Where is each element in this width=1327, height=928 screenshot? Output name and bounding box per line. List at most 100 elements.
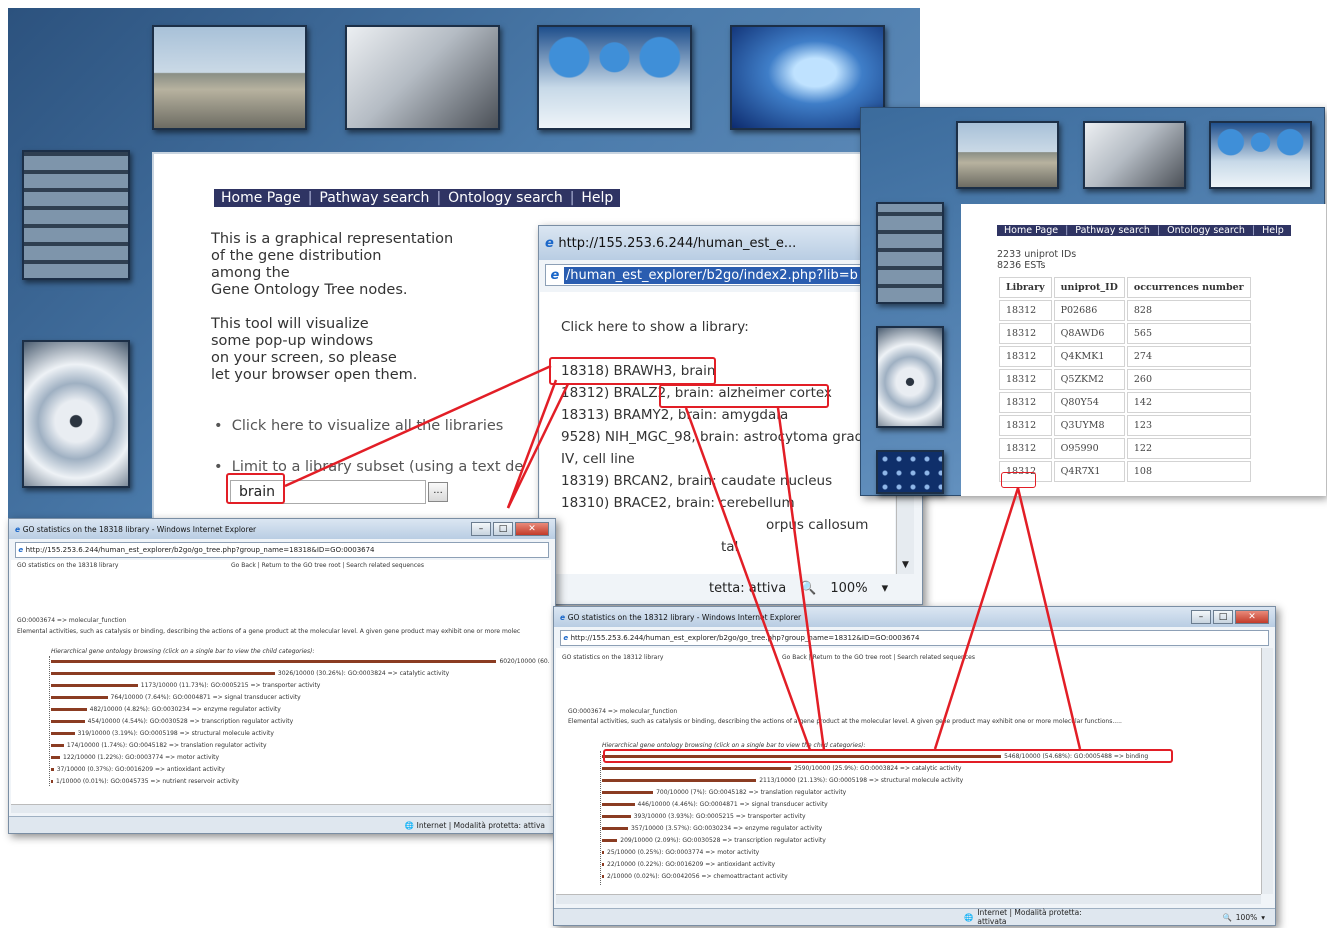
go-bar[interactable]: [51, 756, 61, 759]
go-row[interactable]: 482/10000 (4.82%): GO:0030234 => enzyme …: [51, 704, 550, 716]
go1-top-links[interactable]: Go Back | Return to the GO tree root | S…: [231, 560, 424, 572]
go1-statusbar: 🌐 Internet | Modalità protetta: attiva: [9, 816, 555, 833]
go-row[interactable]: 122/10000 (1.22%): GO:0003774 => motor a…: [51, 752, 550, 764]
note-line: This tool will visualize: [211, 316, 369, 332]
zoom-icon[interactable]: 🔍: [800, 581, 816, 596]
nav-home-page[interactable]: Home Page: [214, 190, 308, 206]
page-icon: e: [561, 634, 571, 642]
go2-zoom[interactable]: 100%: [1236, 913, 1257, 922]
cell-occurrences: 565: [1126, 323, 1251, 344]
go-bar[interactable]: [51, 696, 108, 699]
building-photo: [152, 25, 307, 130]
go-bar[interactable]: [51, 744, 64, 747]
go-row[interactable]: 1/10000 (0.01%): GO:0045735 => nutrient …: [51, 776, 550, 788]
go-bar[interactable]: [51, 768, 54, 771]
close-icon[interactable]: ✕: [515, 522, 549, 536]
go2-tree-line: [600, 751, 601, 885]
page-icon: e: [546, 267, 564, 283]
nav-pathway-search[interactable]: Pathway search: [1068, 225, 1157, 236]
maximize-icon[interactable]: □: [1213, 610, 1233, 624]
search-button[interactable]: ...: [428, 482, 448, 502]
go-window-18318: e GO statistics on the 18318 library - W…: [8, 518, 556, 834]
go-bar[interactable]: [51, 684, 138, 687]
zoom-icon[interactable]: 🔍: [1222, 913, 1231, 922]
popup-zoom[interactable]: 100%: [830, 581, 867, 596]
library-item-partial[interactable]: tal: [561, 536, 872, 558]
intro-text: This is a graphical representation of th…: [211, 231, 453, 299]
zoom-dropdown-icon[interactable]: ▾: [882, 581, 889, 596]
nav-ontology-search[interactable]: Ontology search: [441, 190, 570, 206]
go2-hscrollbar[interactable]: [556, 894, 1261, 904]
go-bar[interactable]: [602, 863, 604, 866]
go-bar[interactable]: [602, 839, 618, 842]
go2-titlebar: e GO statistics on the 18312 library - W…: [554, 607, 1275, 627]
go-row[interactable]: 2113/10000 (21.13%): GO:0005198 => struc…: [602, 775, 1148, 787]
scroll-down-icon[interactable]: ▼: [897, 560, 914, 570]
table-row: 18312 Q5ZKM2 260: [999, 369, 1251, 390]
go-bar[interactable]: [602, 767, 792, 770]
go-row[interactable]: 764/10000 (7.64%): GO:0004871 => signal …: [51, 692, 550, 704]
minimize-icon[interactable]: –: [1191, 610, 1211, 624]
go-row[interactable]: 319/10000 (3.19%): GO:0005198 => structu…: [51, 728, 550, 740]
go1-hscrollbar[interactable]: [11, 804, 551, 813]
go-row[interactable]: 174/10000 (1.74%): GO:0045182 => transla…: [51, 740, 550, 752]
go-row[interactable]: 454/10000 (4.54%): GO:0030528 => transcr…: [51, 716, 550, 728]
go2-top-links[interactable]: Go Back | Return to the GO tree root | S…: [782, 652, 975, 664]
go-row[interactable]: 2590/10000 (25.9%): GO:0003824 => cataly…: [602, 763, 1148, 775]
intro-line: This is a graphical representation: [211, 231, 454, 247]
visualize-all-link[interactable]: Click here to visualize all the librarie…: [232, 418, 504, 434]
go-row[interactable]: 25/10000 (0.25%): GO:0003774 => motor ac…: [602, 847, 1148, 859]
library-item[interactable]: 18319) BRCAN2, brain: caudate nucleus: [561, 470, 872, 492]
go-row[interactable]: 37/10000 (0.37%): GO:0016209 => antioxid…: [51, 764, 550, 776]
go-row[interactable]: 22/10000 (0.22%): GO:0016209 => antioxid…: [602, 859, 1148, 871]
go-bar[interactable]: [602, 815, 631, 818]
minimize-icon[interactable]: –: [471, 522, 491, 536]
cell-library: 18312: [999, 438, 1052, 459]
go-bar[interactable]: [602, 875, 604, 878]
go-row[interactable]: 393/10000 (3.93%): GO:0005215 => transpo…: [602, 811, 1148, 823]
go-bar[interactable]: [602, 803, 635, 806]
nav-ontology-search[interactable]: Ontology search: [1160, 225, 1252, 236]
close-icon[interactable]: ✕: [1235, 610, 1269, 624]
go-row[interactable]: 700/10000 (7%): GO:0045182 => translatio…: [602, 787, 1148, 799]
cell-occurrences: 123: [1126, 415, 1251, 436]
library-item[interactable]: 9528) NIH_MGC_98, brain: astrocytoma gra…: [561, 426, 872, 448]
go-row[interactable]: 3026/10000 (30.26%): GO:0003824 => catal…: [51, 668, 550, 680]
nav-help[interactable]: Help: [574, 190, 620, 206]
go-bar-label: 174/10000 (1.74%): GO:0045182 => transla…: [66, 742, 267, 749]
library-item-partial[interactable]: orpus callosum: [561, 514, 872, 536]
zoom-dropdown-icon[interactable]: ▾: [1261, 913, 1265, 922]
nav-help[interactable]: Help: [1255, 225, 1291, 236]
go-bar[interactable]: [602, 827, 629, 830]
nav-pathway-search[interactable]: Pathway search: [312, 190, 436, 206]
go-bar[interactable]: [51, 732, 75, 735]
go1-address-bar[interactable]: e http://155.253.6.244/human_est_explore…: [15, 542, 549, 558]
go-bar[interactable]: [602, 851, 604, 854]
nav-home-page[interactable]: Home Page: [997, 225, 1065, 236]
library-item[interactable]: 18310) BRACE2, brain: cerebellum: [561, 492, 872, 514]
go-row[interactable]: 209/10000 (2.09%): GO:0030528 => transcr…: [602, 835, 1148, 847]
go-row[interactable]: 2/10000 (0.02%): GO:0042056 => chemoattr…: [602, 871, 1148, 883]
go-row[interactable]: 446/10000 (4.46%): GO:0004871 => signal …: [602, 799, 1148, 811]
go-bar[interactable]: [602, 779, 757, 782]
go1-title: GO statistics on the 18318 library - Win…: [22, 524, 257, 534]
go-row[interactable]: 1173/10000 (11.73%): GO:0005215 => trans…: [51, 680, 550, 692]
go-bar[interactable]: [51, 708, 87, 711]
go-bar[interactable]: [51, 720, 85, 723]
table-row: 18312 Q80Y54 142: [999, 392, 1251, 413]
go2-address-bar[interactable]: e http://155.253.6.244/human_est_explore…: [560, 630, 1269, 646]
go2-title: GO statistics on the 18312 library - Win…: [567, 612, 802, 622]
go-bar[interactable]: [602, 791, 654, 794]
maximize-icon[interactable]: □: [493, 522, 513, 536]
go-bar[interactable]: [51, 660, 497, 663]
go2-vscrollbar[interactable]: [1261, 648, 1273, 894]
go-row[interactable]: 357/10000 (3.57%): GO:0030234 => enzyme …: [602, 823, 1148, 835]
go-bar-label: 22/10000 (0.22%): GO:0016209 => antioxid…: [607, 861, 776, 868]
go-row[interactable]: 6020/10000 (60.: [51, 656, 550, 668]
test-tubes-photo: [537, 25, 692, 130]
cell-library: 18312: [999, 346, 1052, 367]
go-bar-label: 482/10000 (4.82%): GO:0030234 => enzyme …: [89, 706, 281, 713]
library-item-continued: IV, cell line: [561, 451, 635, 467]
go-bar[interactable]: [51, 672, 275, 675]
go-bar[interactable]: [51, 780, 53, 783]
